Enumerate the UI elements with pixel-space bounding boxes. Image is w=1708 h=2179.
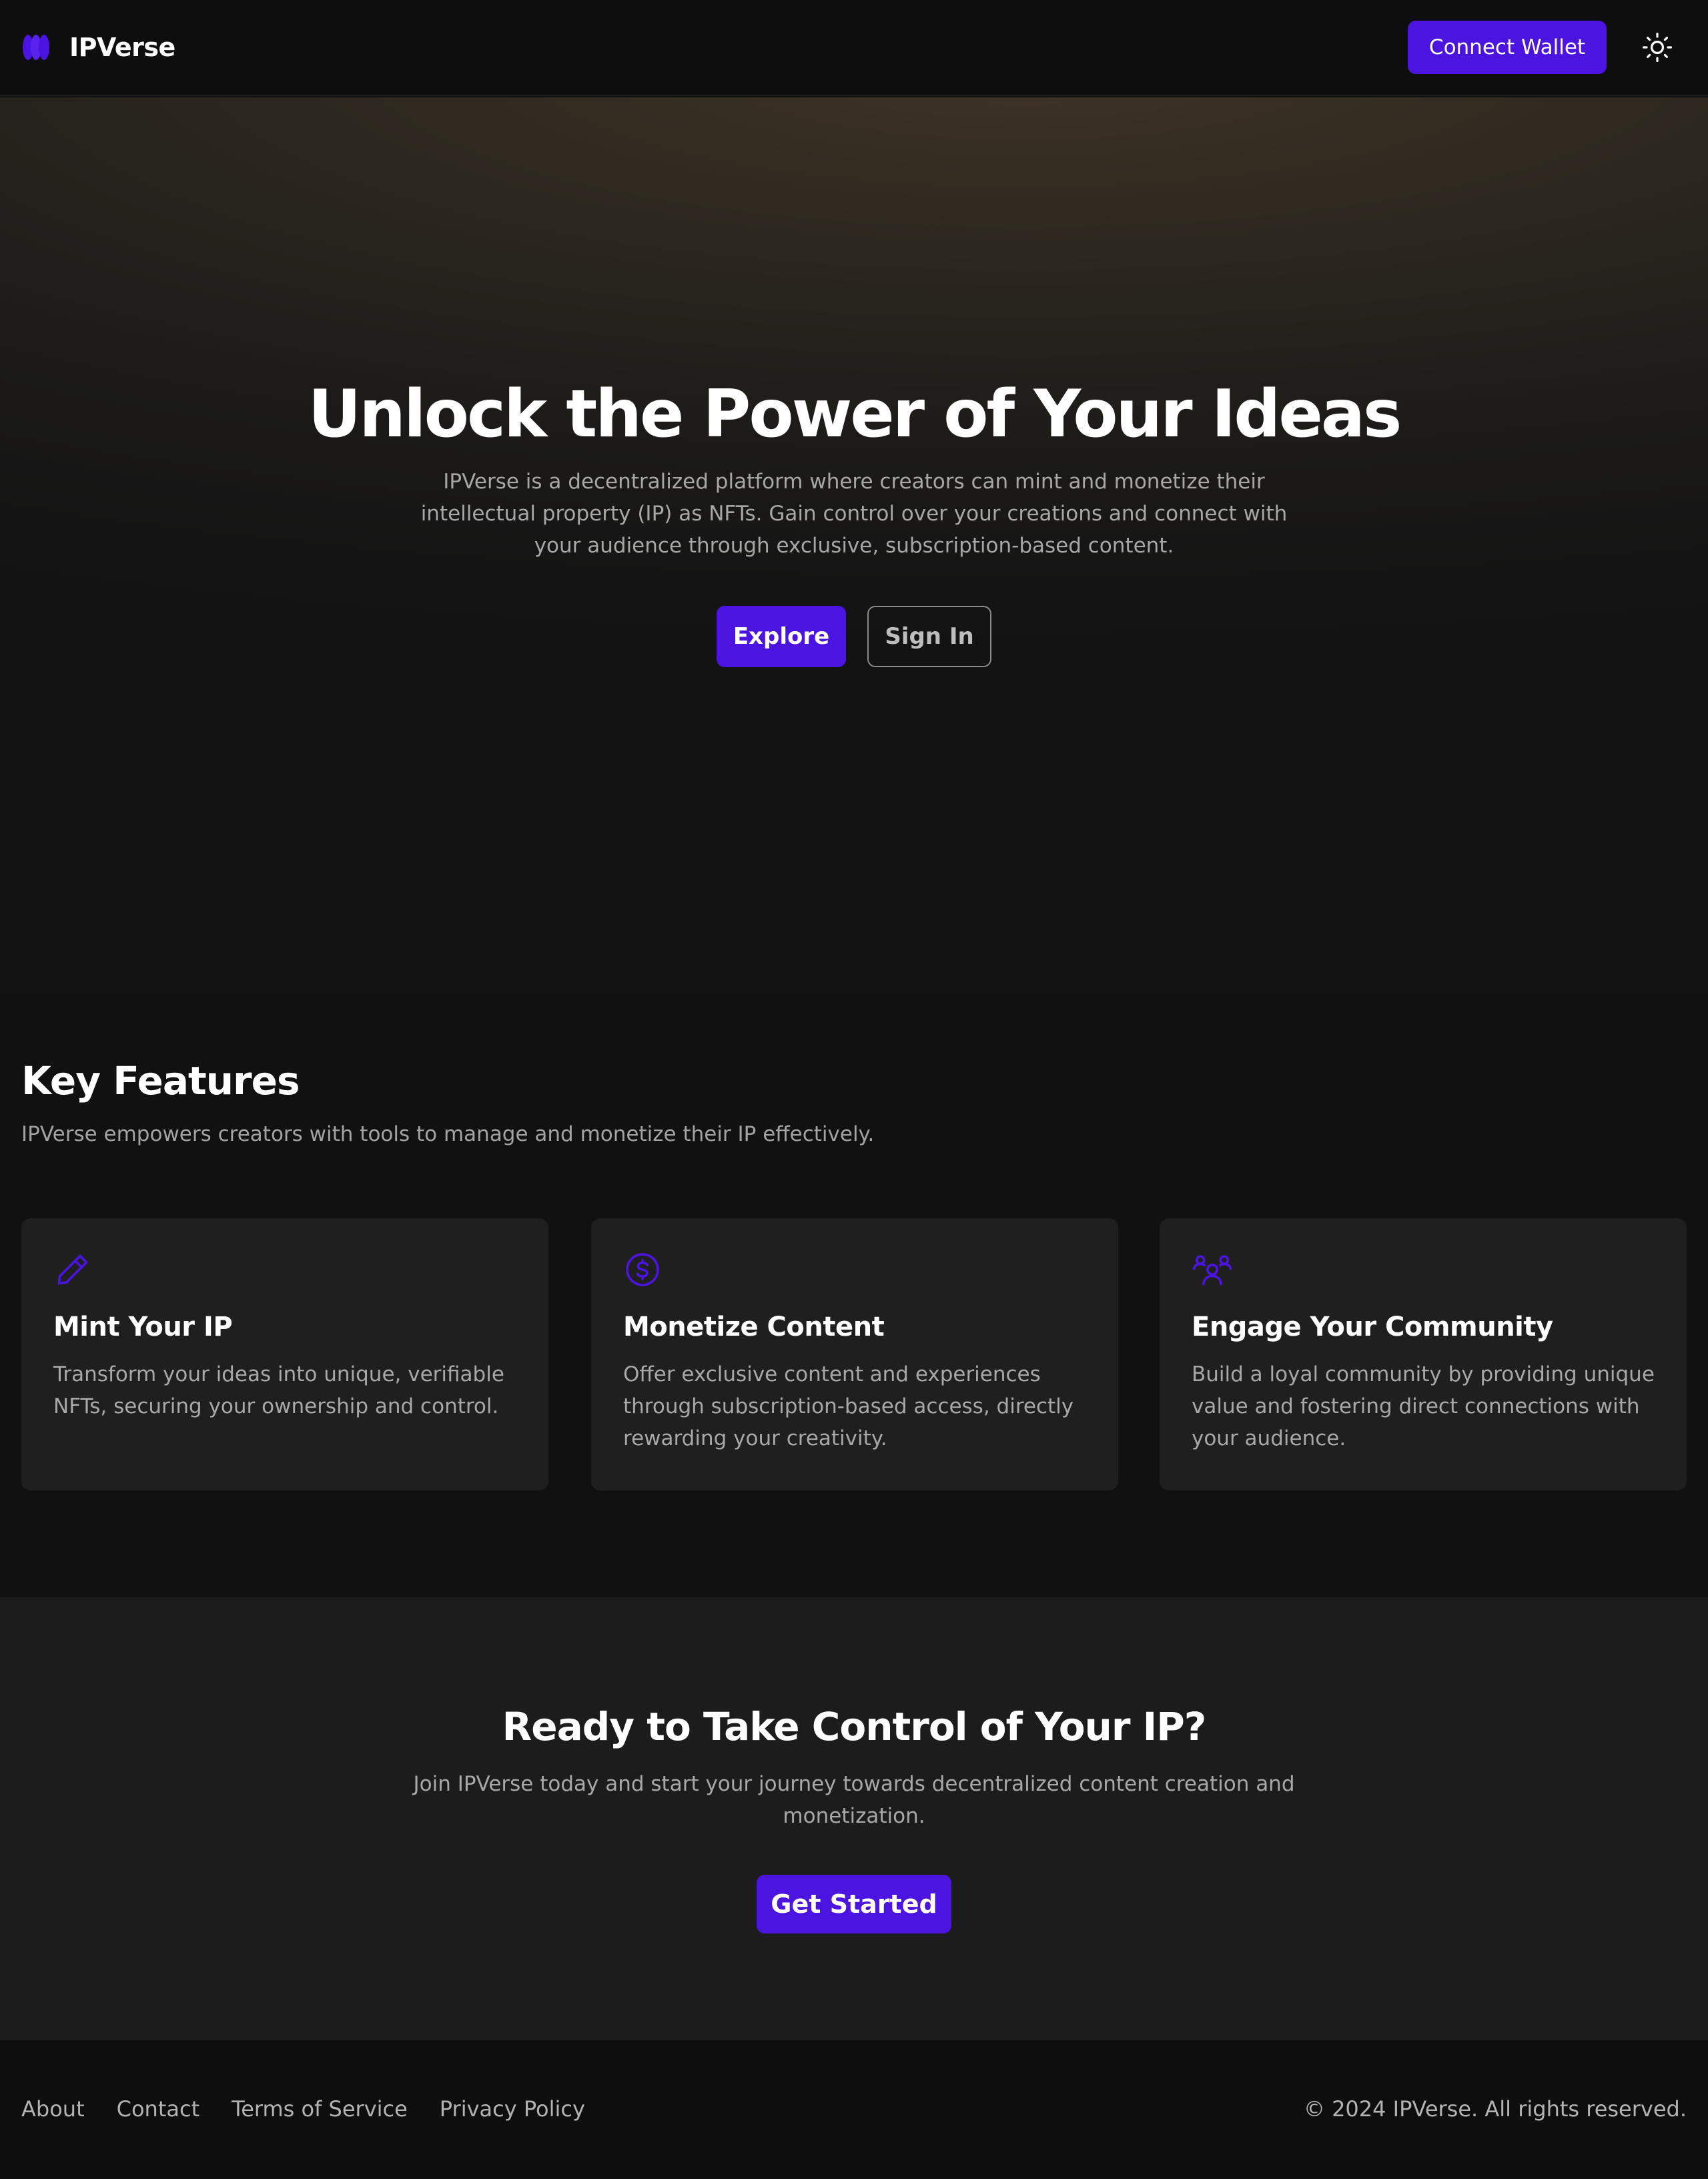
explore-button[interactable]: Explore: [717, 606, 846, 667]
dollar-circle-icon: [623, 1250, 662, 1289]
get-started-button[interactable]: Get Started: [757, 1875, 951, 1933]
feature-card-title: Monetize Content: [623, 1312, 885, 1342]
logo-icon[interactable]: [21, 33, 51, 62]
sign-in-button[interactable]: Sign In: [867, 606, 991, 667]
community-icon: [1192, 1250, 1232, 1289]
features-subtitle: IPVerse empowers creators with tools to …: [21, 1122, 875, 1146]
feature-card-title: Engage Your Community: [1192, 1312, 1553, 1342]
hero-section: Unlock the Power of Your Ideas IPVerse i…: [0, 97, 1708, 994]
top-navbar: IPVerse Connect Wallet: [0, 0, 1708, 96]
brand-name[interactable]: IPVerse: [69, 33, 175, 62]
feature-card-mint: Mint Your IP Transform your ideas into u…: [21, 1218, 548, 1490]
cta-title: Ready to Take Control of Your IP?: [502, 1704, 1207, 1749]
connect-wallet-button[interactable]: Connect Wallet: [1408, 21, 1607, 74]
feature-card-title: Mint Your IP: [53, 1312, 233, 1342]
hero-title: Unlock the Power of Your Ideas: [308, 376, 1402, 452]
cta-section: Ready to Take Control of Your IP? Join I…: [0, 1597, 1708, 2040]
features-section: Key Features IPVerse empowers creators w…: [0, 994, 1708, 1597]
hero-actions: Explore Sign In: [0, 606, 1708, 667]
hero-description: IPVerse is a decentralized platform wher…: [420, 470, 1288, 558]
pencil-icon: [53, 1250, 92, 1289]
footer-link-contact[interactable]: Contact: [117, 2096, 200, 2122]
feature-card-text: Build a loyal community by providing uni…: [1192, 1362, 1655, 1450]
feature-card-monetize: Monetize Content Offer exclusive content…: [591, 1218, 1118, 1490]
footer-link-about[interactable]: About: [21, 2096, 85, 2122]
footer-link-terms[interactable]: Terms of Service: [232, 2096, 408, 2122]
footer-link-privacy[interactable]: Privacy Policy: [440, 2096, 585, 2122]
copyright-text: © 2024 IPVerse. All rights reserved.: [1303, 2096, 1687, 2122]
feature-card-community: Engage Your Community Build a loyal comm…: [1160, 1218, 1687, 1490]
feature-card-text: Transform your ideas into unique, verifi…: [53, 1362, 504, 1418]
footer: About Contact Terms of Service Privacy P…: [0, 2040, 1708, 2179]
feature-card-text: Offer exclusive content and experiences …: [623, 1362, 1074, 1450]
footer-links: About Contact Terms of Service Privacy P…: [21, 2096, 585, 2122]
sun-icon[interactable]: [1637, 27, 1677, 67]
features-title: Key Features: [21, 1058, 300, 1104]
cta-description: Join IPVerse today and start your journe…: [413, 1772, 1295, 1828]
